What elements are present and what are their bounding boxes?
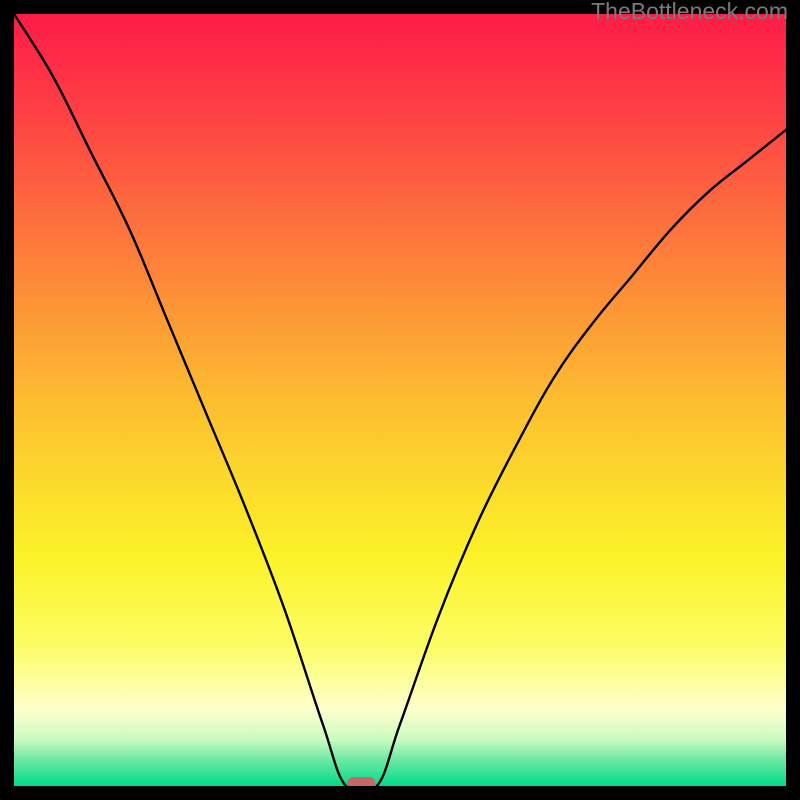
watermark-text: TheBottleneck.com [591, 0, 788, 25]
chart-frame [14, 14, 786, 786]
chart-background [14, 14, 786, 786]
chart-svg [14, 14, 786, 786]
min-marker [347, 777, 375, 786]
